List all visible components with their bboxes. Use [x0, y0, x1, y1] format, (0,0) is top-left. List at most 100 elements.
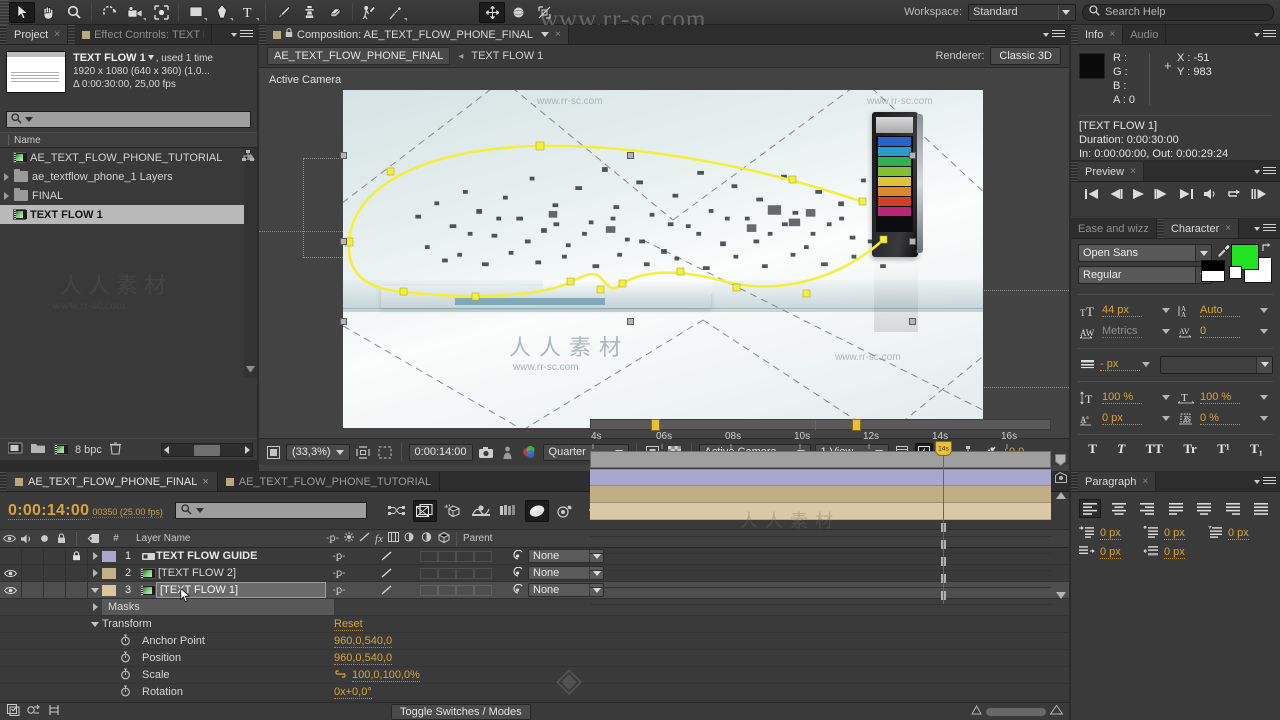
leading-field[interactable]: AA Auto: [1176, 303, 1272, 319]
toggle-switches-modes-icon[interactable]: [27, 704, 41, 719]
expand-layer-arrow[interactable]: [88, 552, 102, 560]
faux-italic-button[interactable]: T: [1117, 441, 1125, 457]
timecode-display[interactable]: 0:00:14:00 00350 (25.00 fps): [0, 502, 163, 520]
audio-toggle[interactable]: [22, 564, 44, 582]
property-track[interactable]: [590, 537, 1051, 554]
indent-right-field[interactable]: 0 px: [1143, 525, 1207, 541]
search-help-input[interactable]: Search Help: [1082, 3, 1274, 21]
project-panel-menu[interactable]: [231, 25, 257, 44]
lock-toggle[interactable]: [66, 581, 88, 599]
channels-button[interactable]: [521, 443, 539, 461]
property-row[interactable]: Transform Reset: [0, 616, 1069, 633]
expand-layer-arrow[interactable]: [88, 569, 102, 577]
property-row[interactable]: Rotation 0x+0,0°: [0, 684, 1069, 701]
chevron-down-icon[interactable]: [540, 32, 549, 37]
lock-icon[interactable]: [285, 28, 293, 41]
timeline-zoom-slider[interactable]: [986, 707, 1046, 716]
property-name[interactable]: Rotation: [136, 686, 334, 698]
previous-frame-icon[interactable]: [1108, 188, 1123, 203]
stopwatch-icon[interactable]: [120, 685, 136, 700]
delete-icon[interactable]: [109, 441, 121, 458]
composition-icon[interactable]: [54, 444, 67, 455]
faux-bold-button[interactable]: T: [1088, 441, 1097, 457]
scroll-left-icon[interactable]: [164, 446, 169, 454]
graph-editor-toggle-icon[interactable]: [48, 704, 60, 719]
snapshot-button[interactable]: [477, 443, 495, 461]
timeline-graph-area[interactable]: 4s 06s 08s 10s 12s 14s 16s 人人素材 14s: [590, 419, 1069, 605]
property-name[interactable]: Anchor Point: [136, 635, 334, 647]
justify-last-right-button[interactable]: [1222, 499, 1244, 518]
visibility-toggle[interactable]: [0, 581, 22, 599]
scroll-down-icon[interactable]: [1052, 587, 1069, 603]
justify-last-center-button[interactable]: [1193, 499, 1215, 518]
chevron-right-icon[interactable]: [4, 191, 9, 200]
chevron-down-icon[interactable]: [1162, 395, 1170, 400]
font-size-field[interactable]: TT 44 px: [1078, 303, 1174, 319]
chevron-down-icon[interactable]: [1162, 329, 1170, 334]
zoom-level-select[interactable]: (33,3%): [286, 443, 350, 461]
visibility-toggle[interactable]: [0, 564, 22, 582]
quality-switch[interactable]: [374, 551, 398, 561]
property-row[interactable]: Anchor Point 960,0,540,0: [0, 633, 1069, 650]
last-frame-icon[interactable]: [1179, 188, 1194, 203]
chevron-down-icon[interactable]: [1260, 308, 1268, 313]
property-value[interactable]: 100,0,100,0%: [352, 669, 420, 682]
layer-bar-1[interactable]: [590, 469, 1051, 486]
character-panel-menu[interactable]: [1254, 219, 1280, 238]
property-name[interactable]: Scale: [136, 669, 334, 681]
chevron-down-icon[interactable]: [1260, 416, 1268, 421]
project-flowchart-icon[interactable]: [242, 150, 254, 162]
show-snapshot-button[interactable]: [499, 443, 517, 461]
quality-switch[interactable]: [374, 585, 398, 595]
list-item[interactable]: TEXT FLOW 1: [0, 205, 257, 224]
audio-toggle[interactable]: [22, 581, 44, 599]
effect-controls-tab-grip[interactable]: [68, 25, 76, 44]
enable-motion-blur-button[interactable]: [497, 500, 521, 522]
info-panel-menu[interactable]: [1254, 25, 1280, 44]
close-icon[interactable]: ×: [1225, 223, 1231, 234]
zoom-tool-button[interactable]: [61, 2, 87, 23]
current-time-display[interactable]: 0:00:14:00: [408, 443, 473, 461]
ram-preview-icon[interactable]: [1251, 188, 1267, 203]
zoom-in-icon[interactable]: [1049, 704, 1064, 718]
no-fill-swatch[interactable]: [1229, 266, 1242, 279]
close-icon[interactable]: ×: [555, 29, 561, 40]
tab-timeline-final[interactable]: AE_TEXT_FLOW_PHONE_FINAL ×: [7, 472, 218, 491]
zoom-out-icon[interactable]: [971, 704, 982, 718]
composition-viewport[interactable]: Active Camera www.rr-sc.com www.rr-sc.co…: [259, 68, 1069, 438]
parent-pickwhip-icon[interactable]: [508, 584, 528, 596]
camera-tool-button[interactable]: [122, 2, 148, 23]
property-value[interactable]: 960,0,540,0: [334, 635, 393, 648]
property-name[interactable]: Position: [136, 652, 334, 664]
work-area-end-handle[interactable]: [852, 419, 861, 431]
property-row[interactable]: Position 960,0,540,0: [0, 650, 1069, 667]
tab-timeline-tutorial[interactable]: AE_TEXT_FLOW_PHONE_TUTORIAL: [217, 472, 441, 491]
layer-lock-indicator-icon[interactable]: [1052, 469, 1069, 486]
space-before-field[interactable]: 0 px: [1079, 545, 1143, 560]
tsume-field[interactable]: あ 0 %: [1176, 411, 1272, 427]
playhead-handle[interactable]: 14s: [935, 441, 952, 456]
solo-toggle[interactable]: [44, 581, 66, 599]
align-left-button[interactable]: [1079, 499, 1101, 518]
composition-tab-grip[interactable]: [259, 25, 266, 44]
chevron-down-icon[interactable]: [1142, 362, 1150, 367]
toolbar-grip[interactable]: [0, 0, 9, 25]
property-track[interactable]: [590, 554, 1051, 571]
always-preview-button[interactable]: [264, 443, 282, 461]
list-item[interactable]: FINAL: [0, 186, 257, 205]
project-bpc-label[interactable]: 8 bpc: [75, 444, 102, 456]
renderer-button[interactable]: Classic 3D: [990, 47, 1061, 65]
baseline-shift-field[interactable]: Aa 0 px: [1078, 411, 1174, 427]
search-filter-caret-icon[interactable]: [195, 508, 204, 513]
layer-name[interactable]: TEXT FLOW GUIDE: [156, 550, 326, 562]
tracking-field[interactable]: AV 0: [1176, 324, 1272, 340]
loop-icon[interactable]: [1227, 188, 1242, 203]
new-comp-icon[interactable]: [7, 442, 23, 457]
align-center-button[interactable]: [1108, 499, 1130, 518]
justify-all-button[interactable]: [1250, 499, 1272, 518]
tab-audio[interactable]: Audio: [1123, 25, 1167, 44]
property-name[interactable]: Transform: [102, 618, 334, 630]
scale-gizmo-button[interactable]: [531, 2, 557, 23]
chevron-down-icon[interactable]: [1260, 395, 1268, 400]
work-area-bar[interactable]: [590, 419, 1051, 431]
